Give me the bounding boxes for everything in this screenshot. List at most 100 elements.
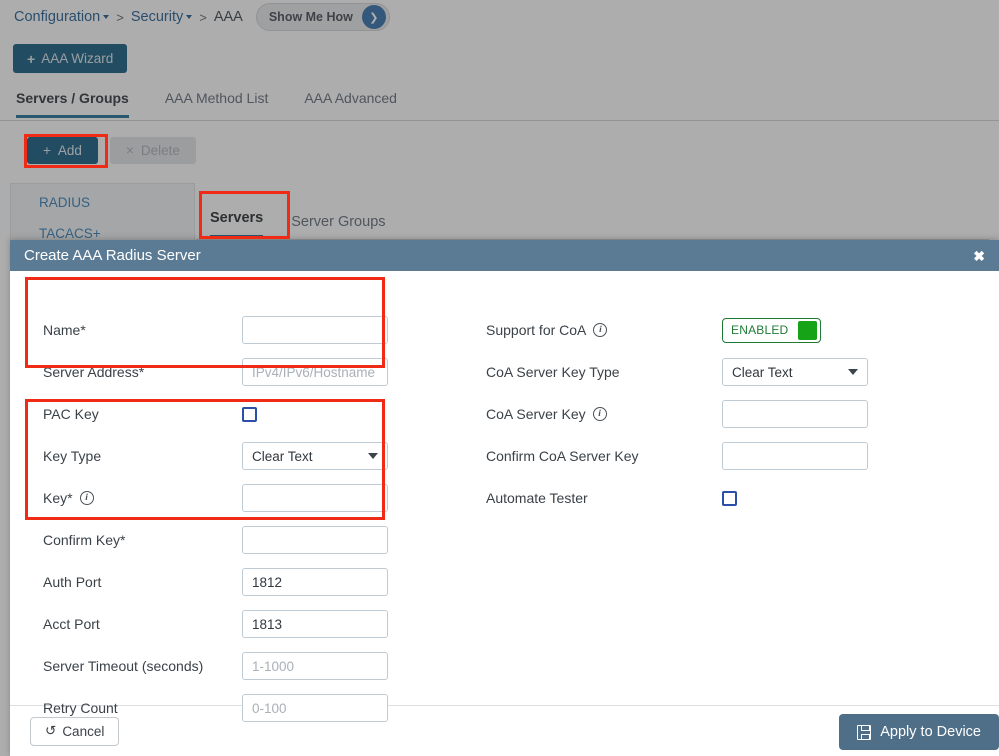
- label-retry-count: Retry Count: [43, 700, 118, 716]
- close-icon: ×: [126, 143, 134, 158]
- info-icon[interactable]: i: [79, 491, 94, 505]
- chevron-down-icon: [103, 15, 110, 20]
- field-row-key: Key* i: [43, 477, 463, 519]
- tab-server-groups-label: Server Groups: [291, 214, 386, 230]
- show-me-how-label: Show Me How: [268, 10, 353, 24]
- plus-icon: +: [27, 50, 36, 67]
- dialog-header: Create AAA Radius Server ✖: [10, 240, 999, 271]
- chevron-down-icon: [368, 453, 378, 459]
- close-icon[interactable]: ✖: [973, 249, 985, 263]
- delete-button-label: Delete: [140, 143, 180, 158]
- field-row-name: Name*: [43, 309, 463, 351]
- label-server-address: Server Address*: [43, 364, 145, 380]
- label-acct-port: Acct Port: [43, 616, 100, 632]
- field-row-auth-port: Auth Port 1812: [43, 561, 463, 603]
- breadcrumb-label-security: Security: [130, 9, 184, 25]
- tab-server-groups[interactable]: Server Groups: [291, 214, 385, 239]
- key-type-select[interactable]: Clear Text: [242, 442, 388, 470]
- label-automate-tester: Automate Tester: [486, 490, 588, 506]
- confirm-coa-server-key-input[interactable]: [722, 442, 868, 470]
- acct-port-input[interactable]: 1813: [242, 610, 388, 638]
- sidebar-item-radius-label: RADIUS: [39, 195, 91, 210]
- breadcrumb-item-aaa: AAA: [213, 9, 243, 25]
- tab-servers-groups-label: Servers / Groups: [16, 90, 129, 106]
- info-icon[interactable]: i: [592, 407, 607, 421]
- field-row-coa-server-key-type: CoA Server Key Type Clear Text: [486, 351, 906, 393]
- aaa-wizard-button[interactable]: + AAA Wizard: [13, 44, 128, 73]
- tab-aaa-advanced[interactable]: AAA Advanced: [304, 88, 397, 115]
- label-key-type: Key Type: [43, 448, 102, 464]
- field-row-confirm-coa-server-key: Confirm CoA Server Key: [486, 435, 906, 477]
- confirm-key-input[interactable]: [242, 526, 388, 554]
- show-me-how-control[interactable]: Show Me How ❯: [255, 3, 390, 31]
- label-pac-key: PAC Key: [43, 406, 99, 422]
- top-tab-bar: Servers / Groups AAA Method List AAA Adv…: [0, 88, 999, 121]
- server-timeout-input[interactable]: 1-1000: [242, 652, 388, 680]
- sidebar-item-radius[interactable]: RADIUS: [11, 184, 194, 210]
- sidebar-item-tacacs-label: TACACS+: [39, 226, 101, 241]
- field-row-confirm-key: Confirm Key*: [43, 519, 463, 561]
- auth-port-input[interactable]: 1812: [242, 568, 388, 596]
- coa-server-key-type-select[interactable]: Clear Text: [722, 358, 868, 386]
- sidebar-item-tacacs[interactable]: TACACS+: [11, 210, 194, 241]
- tab-aaa-method-list-label: AAA Method List: [164, 90, 269, 106]
- field-row-key-type: Key Type Clear Text: [43, 435, 463, 477]
- breadcrumb-item-security[interactable]: Security: [130, 9, 193, 25]
- field-row-server-address: Server Address* IPv4/IPv6/Hostname: [43, 351, 463, 393]
- key-type-value: Clear Text: [252, 448, 313, 464]
- field-row-server-timeout: Server Timeout (seconds) 1-1000: [43, 645, 463, 687]
- label-support-for-coa: Support for CoA i: [486, 322, 722, 338]
- app-window: Configuration > Security > AAA Show Me H…: [0, 0, 999, 756]
- right-form-column: Support for CoA i ENABLED CoA Server Key…: [486, 309, 906, 519]
- retry-count-input[interactable]: 0-100: [242, 694, 388, 722]
- field-row-retry-count: Retry Count 0-100: [43, 687, 463, 729]
- add-button[interactable]: + Add: [27, 137, 98, 164]
- label-coa-server-key: CoA Server Key i: [486, 406, 722, 422]
- chevron-right-icon[interactable]: ❯: [361, 5, 386, 29]
- tab-aaa-advanced-label: AAA Advanced: [304, 90, 397, 106]
- label-key: Key* i: [43, 490, 242, 506]
- toggle-knob: [798, 320, 817, 340]
- server-address-input[interactable]: IPv4/IPv6/Hostname: [242, 358, 388, 386]
- breadcrumb: Configuration > Security > AAA Show Me H…: [14, 3, 390, 31]
- label-name: Name*: [43, 322, 86, 338]
- plus-icon: +: [43, 143, 51, 158]
- label-confirm-coa-server-key: Confirm CoA Server Key: [486, 448, 639, 464]
- label-coa-server-key-type: CoA Server Key Type: [486, 364, 620, 380]
- inner-tab-bar: Servers Server Groups: [196, 183, 989, 240]
- label-auth-port: Auth Port: [43, 574, 102, 590]
- info-icon[interactable]: i: [593, 323, 608, 337]
- support-for-coa-state: ENABLED: [731, 323, 789, 337]
- tab-servers-label: Servers: [210, 210, 264, 226]
- apply-to-device-button[interactable]: Apply to Device: [839, 714, 999, 750]
- label-confirm-key: Confirm Key*: [43, 532, 126, 548]
- pac-key-checkbox[interactable]: [242, 406, 257, 422]
- field-row-coa-server-key: CoA Server Key i: [486, 393, 906, 435]
- field-row-support-for-coa: Support for CoA i ENABLED: [486, 309, 906, 351]
- automate-tester-checkbox[interactable]: [722, 490, 737, 506]
- delete-button[interactable]: × Delete: [110, 137, 196, 164]
- breadcrumb-separator-1: >: [116, 9, 124, 25]
- label-server-timeout: Server Timeout (seconds): [43, 658, 204, 674]
- breadcrumb-separator-2: >: [199, 9, 207, 25]
- add-button-label: Add: [57, 143, 82, 158]
- breadcrumb-item-configuration[interactable]: Configuration: [14, 9, 110, 25]
- save-icon: [857, 724, 872, 740]
- tab-servers[interactable]: Servers: [210, 210, 264, 239]
- tab-servers-groups[interactable]: Servers / Groups: [16, 88, 129, 118]
- chevron-down-icon: [848, 369, 858, 375]
- support-for-coa-toggle[interactable]: ENABLED: [722, 317, 821, 343]
- left-form-column: Name* Server Address* IPv4/IPv6/Hostname…: [43, 309, 463, 729]
- field-row-pac-key: PAC Key: [43, 393, 463, 435]
- coa-server-key-input[interactable]: [722, 400, 868, 428]
- key-input[interactable]: [242, 484, 388, 512]
- dialog-body: Name* Server Address* IPv4/IPv6/Hostname…: [10, 271, 999, 722]
- coa-server-key-type-value: Clear Text: [732, 364, 793, 380]
- create-aaa-radius-server-dialog: Create AAA Radius Server ✖ Name* Server …: [10, 240, 999, 756]
- aaa-wizard-label: AAA Wizard: [41, 51, 114, 66]
- name-input[interactable]: [242, 316, 388, 344]
- field-row-automate-tester: Automate Tester: [486, 477, 906, 519]
- tab-aaa-method-list[interactable]: AAA Method List: [165, 88, 269, 115]
- field-row-acct-port: Acct Port 1813: [43, 603, 463, 645]
- apply-to-device-label: Apply to Device: [880, 724, 981, 740]
